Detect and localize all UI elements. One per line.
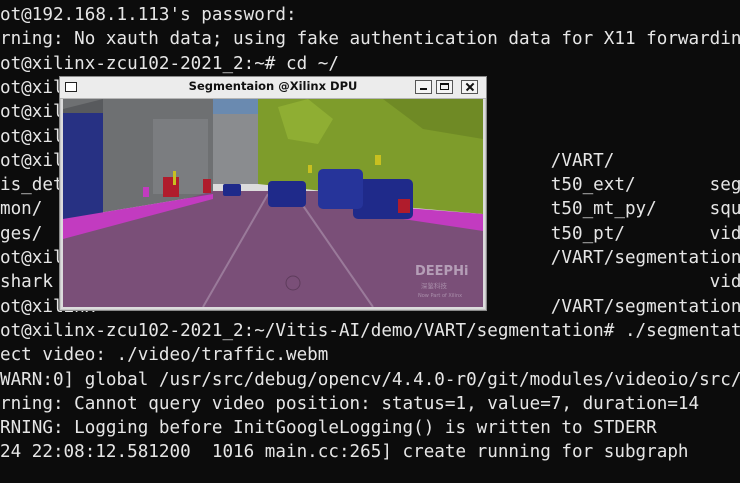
terminal-line: ect video: ./video/traffic.webm (0, 345, 329, 366)
car-center (268, 181, 306, 207)
deephi-logo: DEEPHi (415, 264, 468, 279)
terminal-line: WARN:0] global /usr/src/debug/opencv/4.4… (0, 369, 740, 390)
deephi-logo-tagline: Now Part of Xilinx (418, 293, 462, 299)
maximize-icon[interactable] (436, 80, 453, 94)
segmentation-window[interactable]: Segmentaion @Xilinx DPU DEEPHi 深鉴科技 Now … (59, 76, 487, 311)
segment-vehicle-left (63, 113, 103, 224)
segmentation-video-frame: DEEPHi 深鉴科技 Now Part of Xilinx (63, 99, 483, 307)
close-icon[interactable] (461, 80, 478, 94)
terminal-line: rning: No xauth data; using fake authent… (0, 29, 740, 50)
terminal-line: 24 22:08:12.581200 1016 main.cc:265] cre… (0, 442, 689, 463)
terminal-line: rning: Cannot query video position: stat… (0, 393, 700, 414)
segmented-scene: DEEPHi 深鉴科技 Now Part of Xilinx (63, 99, 483, 307)
terminal-line: RNING: Logging before InitGoogleLogging(… (0, 418, 657, 439)
terminal-line: ot@192.168.1.113's password: (0, 5, 297, 25)
person-right (398, 199, 410, 213)
minimize-icon[interactable] (415, 80, 432, 94)
terminal-line: ot@xilinx-zcu102-2021_2:~/Vitis-AI/demo/… (0, 320, 740, 341)
terminal-line: ot@xilinx-zcu102-2021_2:~# cd ~/ (0, 53, 339, 74)
deephi-logo-subtext: 深鉴科技 (421, 281, 448, 290)
window-titlebar[interactable]: Segmentaion @Xilinx DPU (60, 77, 486, 99)
van-right (318, 169, 363, 209)
person-left (163, 177, 179, 197)
